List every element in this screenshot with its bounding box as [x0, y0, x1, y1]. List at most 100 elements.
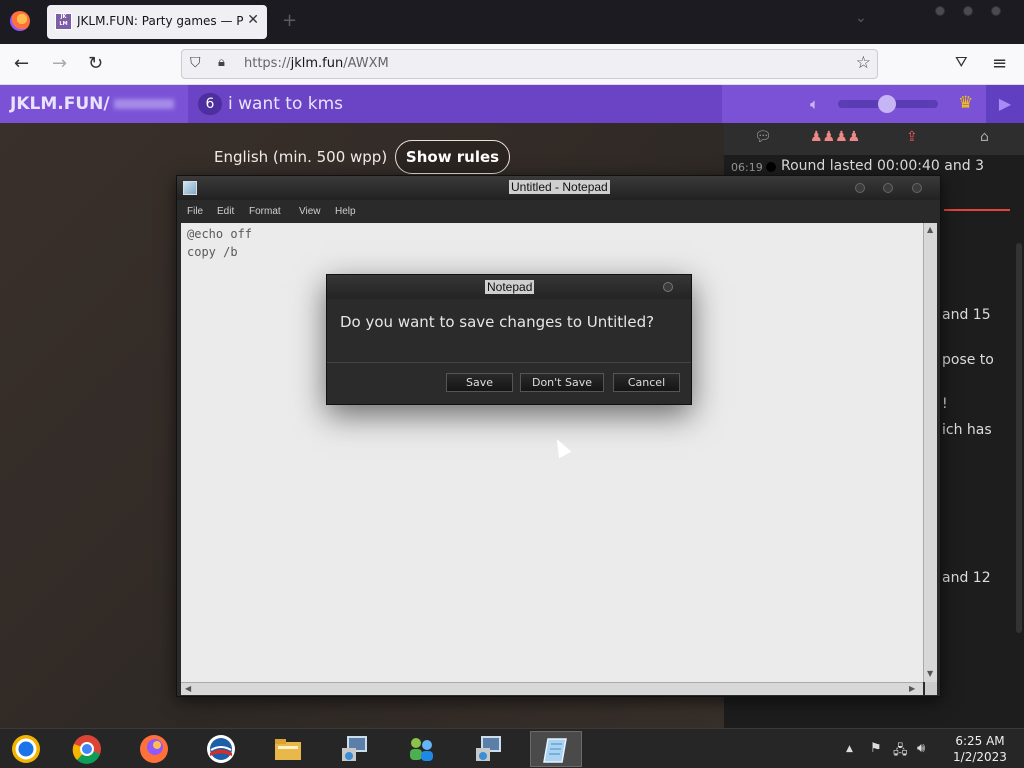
- notepad-title: Untitled - Notepad: [509, 180, 610, 194]
- code-line: @echo off: [187, 227, 253, 241]
- url-text[interactable]: https://jklm.fun/AWXM: [244, 56, 389, 71]
- chat-fragment: and 15: [942, 307, 991, 323]
- taskbar-app-chrome-canary[interactable]: [0, 731, 52, 767]
- scroll-left-icon[interactable]: ◀: [185, 684, 191, 693]
- jklm-favicon-icon: JK LM: [55, 13, 72, 30]
- volume-icon[interactable]: 🔊︎: [917, 741, 925, 756]
- play-icon[interactable]: ▶: [986, 85, 1024, 123]
- computer-icon: [476, 736, 501, 761]
- dialog-message: Do you want to save changes to Untitled?: [340, 313, 655, 331]
- chat-fragment: pose to: [942, 352, 994, 368]
- taskbar-app-notepad[interactable]: [530, 731, 582, 767]
- notepad-icon: [543, 738, 567, 763]
- home-icon[interactable]: ⌂: [980, 129, 989, 145]
- chat-scrollbar[interactable]: [1016, 243, 1022, 633]
- notepad-window: Untitled - Notepad File Edit Format View…: [176, 175, 941, 697]
- new-tab-icon[interactable]: +: [282, 10, 297, 31]
- chat-fragment: ich has: [942, 422, 992, 438]
- computer-icon: [342, 736, 367, 761]
- clock[interactable]: 6:25 AM 1/2/2023: [945, 733, 1015, 765]
- pocket-icon[interactable]: ⛛: [955, 53, 968, 71]
- dialog-title: Notepad: [485, 280, 535, 294]
- dialog-titlebar[interactable]: Notepad: [327, 275, 691, 299]
- network-icon[interactable]: 🖧︎: [893, 741, 908, 763]
- firefox-icon: [140, 735, 168, 763]
- maximize-button[interactable]: [883, 183, 893, 193]
- back-icon[interactable]: ←: [14, 53, 29, 74]
- chat-fragment: !: [942, 396, 948, 412]
- crown-icon[interactable]: ♛: [958, 93, 973, 113]
- chat-message: Round lasted 00:00:40 and 3: [781, 158, 984, 174]
- taskbar-app-network-installer[interactable]: [329, 731, 381, 767]
- taskbar-app-users[interactable]: [395, 731, 447, 767]
- menu-file[interactable]: File: [187, 206, 203, 217]
- chat-fragment: and 12: [942, 570, 991, 586]
- chevron-up-icon[interactable]: ▲: [846, 744, 853, 754]
- speaker-icon[interactable]: 🔈︎: [810, 95, 819, 113]
- taskbar-app-file-explorer[interactable]: [262, 731, 314, 767]
- minimize-button[interactable]: [935, 6, 945, 16]
- folder-icon: [275, 739, 301, 760]
- chrome-icon: [72, 735, 101, 764]
- taskbar-app-firefox[interactable]: [128, 731, 180, 767]
- address-bar[interactable]: ⛉ 🔒︎ https://jklm.fun/AWXM ☆: [181, 49, 878, 79]
- chat-bubble-icon[interactable]: 💬︎: [754, 129, 772, 145]
- jklm-header: JKLM.FUN/ 6 i want to kms 🔈︎ ♛ ▶: [0, 85, 1024, 123]
- menu-icon[interactable]: ≡: [992, 53, 1007, 74]
- notepad-titlebar[interactable]: Untitled - Notepad: [177, 176, 940, 200]
- obama-logo-icon: [207, 735, 235, 763]
- code-line: copy /b: [187, 245, 238, 259]
- menu-edit[interactable]: Edit: [217, 206, 234, 217]
- close-window-button[interactable]: [991, 6, 1001, 16]
- taskbar: ▲ ⚑ 🖧︎ 🔊︎ 6:25 AM 1/2/2023: [0, 728, 1024, 768]
- room-name: i want to kms: [228, 94, 344, 114]
- notepad-menubar: File Edit Format View Help: [179, 203, 938, 221]
- taskbar-app-network-installer-2[interactable]: [463, 731, 515, 767]
- menu-view[interactable]: View: [299, 206, 321, 217]
- horizontal-scrollbar[interactable]: ◀ ▶: [181, 682, 923, 695]
- resize-grip-icon[interactable]: [925, 682, 937, 695]
- dont-save-button[interactable]: Don't Save: [520, 373, 604, 392]
- show-rules-button[interactable]: Show rules: [395, 140, 510, 174]
- forward-icon[interactable]: →: [52, 53, 67, 74]
- save-changes-dialog: Notepad Do you want to save changes to U…: [326, 274, 692, 405]
- scroll-right-icon[interactable]: ▶: [909, 684, 915, 693]
- browser-tabbar: JK LM JKLM.FUN: Party games — PC & ✕ + ⌄: [0, 0, 1024, 44]
- star-icon[interactable]: ☆: [856, 53, 871, 73]
- maximize-button[interactable]: [963, 6, 973, 16]
- firefox-icon[interactable]: [10, 11, 30, 31]
- lock-icon[interactable]: 🔒︎: [218, 55, 225, 70]
- menu-help[interactable]: Help: [335, 206, 356, 217]
- save-button[interactable]: Save: [446, 373, 513, 392]
- flag-icon[interactable]: ⚑: [870, 741, 882, 756]
- reload-icon[interactable]: ↻: [88, 53, 103, 74]
- jklm-brand[interactable]: JKLM.FUN/: [10, 94, 174, 114]
- sidebar-tabs: 💬︎ ♟♟♟♟ ⇪ ⌂: [724, 123, 1024, 155]
- clock-time: 6:25 AM: [955, 734, 1005, 748]
- taskbar-app-chrome[interactable]: [61, 731, 113, 767]
- scroll-down-icon[interactable]: ▼: [927, 669, 933, 678]
- vertical-scrollbar[interactable]: ▲ ▼: [923, 223, 937, 682]
- notepad-icon: [183, 181, 197, 195]
- chevron-down-icon[interactable]: ⌄: [855, 10, 867, 26]
- taskbar-app-obama-logo[interactable]: [195, 731, 247, 767]
- browser-tab-jklm[interactable]: JK LM JKLM.FUN: Party games — PC & ✕: [47, 5, 267, 39]
- shield-icon[interactable]: ⛉: [190, 55, 201, 71]
- close-icon[interactable]: ✕: [247, 12, 259, 28]
- upload-icon[interactable]: ⇪: [906, 129, 918, 145]
- blurred-room-code: [113, 99, 174, 109]
- scroll-up-icon[interactable]: ▲: [927, 225, 933, 234]
- close-button[interactable]: [912, 183, 922, 193]
- status-dot: [766, 162, 776, 172]
- volume-slider-thumb[interactable]: [878, 95, 896, 113]
- cancel-button[interactable]: Cancel: [613, 373, 680, 392]
- chrome-canary-icon: [12, 735, 40, 763]
- dialog-close-button[interactable]: [663, 282, 673, 292]
- divider: [944, 209, 1010, 211]
- menu-format[interactable]: Format: [249, 206, 281, 217]
- minimize-button[interactable]: [855, 183, 865, 193]
- browser-navbar: ← → ↻ ⛉ 🔒︎ https://jklm.fun/AWXM ☆ ⛛ ≡: [0, 44, 1024, 85]
- chat-timestamp: 06:19: [731, 161, 763, 174]
- player-count-badge: 6: [198, 93, 222, 115]
- players-icon[interactable]: ♟♟♟♟: [810, 129, 860, 145]
